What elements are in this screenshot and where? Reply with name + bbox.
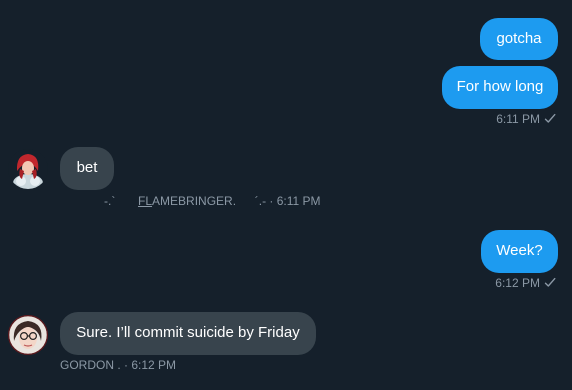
avatar-image xyxy=(8,149,48,189)
message-bubble-sent[interactable]: gotcha xyxy=(480,18,558,60)
timestamp-text: 6:11 PM xyxy=(496,112,540,126)
message-bubble-received[interactable]: Sure. I’ll commit suicide by Friday xyxy=(60,312,316,355)
message-sender-meta: -.` FLAMEBRINGER. ´.- · 6:11 PM xyxy=(104,194,321,208)
check-icon xyxy=(544,277,556,287)
message-text: Sure. I’ll commit suicide by Friday xyxy=(76,324,300,341)
message-bubble-received[interactable]: bet xyxy=(60,147,114,190)
message-text: For how long xyxy=(456,78,544,95)
message-text: Week? xyxy=(496,242,543,259)
message-bubble-sent[interactable]: Week? xyxy=(481,230,558,273)
check-icon xyxy=(544,113,556,123)
sender-name-underlined: FL xyxy=(138,194,153,208)
sender-time: ´.- · 6:11 PM xyxy=(254,194,321,208)
sender-prefix: -.` xyxy=(104,194,116,208)
message-timestamp: 6:12 PM xyxy=(495,276,556,290)
message-bubble-sent[interactable]: For how long xyxy=(442,66,558,109)
sender-name: AMEBRINGER. xyxy=(152,194,237,208)
timestamp-text: 6:12 PM xyxy=(495,276,540,290)
message-text: gotcha xyxy=(496,30,542,47)
avatar-flamebringer[interactable] xyxy=(8,149,48,189)
avatar-gordon[interactable] xyxy=(8,315,48,355)
message-text: bet xyxy=(76,159,98,176)
message-timestamp: 6:11 PM xyxy=(496,112,556,126)
message-sender-meta: GORDON . · 6:12 PM xyxy=(60,358,176,372)
sender-meta-text: GORDON . · 6:12 PM xyxy=(60,358,177,372)
avatar-image xyxy=(8,315,48,355)
